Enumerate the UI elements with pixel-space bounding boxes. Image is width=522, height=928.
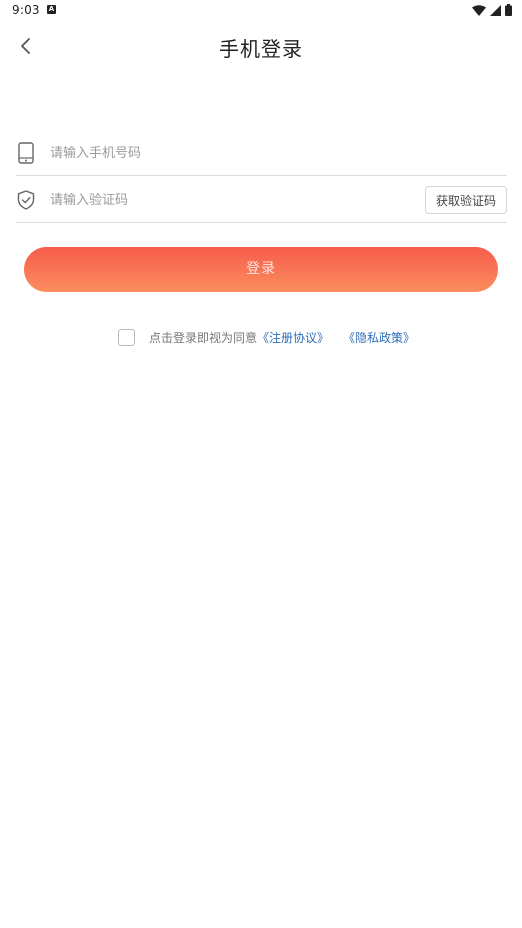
phone-icon xyxy=(16,141,36,165)
agreement: 点击登录即视为同意 《注册协议》 《隐私政策》 xyxy=(118,327,415,347)
agree-checkbox[interactable] xyxy=(118,328,135,346)
status-icons xyxy=(472,3,512,16)
login-button[interactable]: 登录 xyxy=(24,247,498,292)
page-title: 手机登录 xyxy=(219,37,303,61)
status-bar: 9:03 A xyxy=(0,0,522,22)
phone-input[interactable] xyxy=(50,139,490,167)
status-time: 9:03 xyxy=(12,3,40,17)
get-code-button[interactable]: 获取验证码 xyxy=(425,186,507,214)
notification-icon: A xyxy=(47,5,56,14)
battery-icon xyxy=(505,1,512,20)
shield-check-icon xyxy=(16,188,36,212)
phone-row xyxy=(16,131,507,176)
code-input[interactable] xyxy=(50,186,410,214)
wifi-icon xyxy=(472,1,486,20)
register-agreement-link[interactable]: 《注册协议》 xyxy=(257,329,329,346)
privacy-policy-link[interactable]: 《隐私政策》 xyxy=(343,329,415,346)
code-row: 获取验证码 xyxy=(16,178,507,223)
agreement-text: 点击登录即视为同意 xyxy=(149,330,258,345)
signal-icon xyxy=(490,1,501,20)
